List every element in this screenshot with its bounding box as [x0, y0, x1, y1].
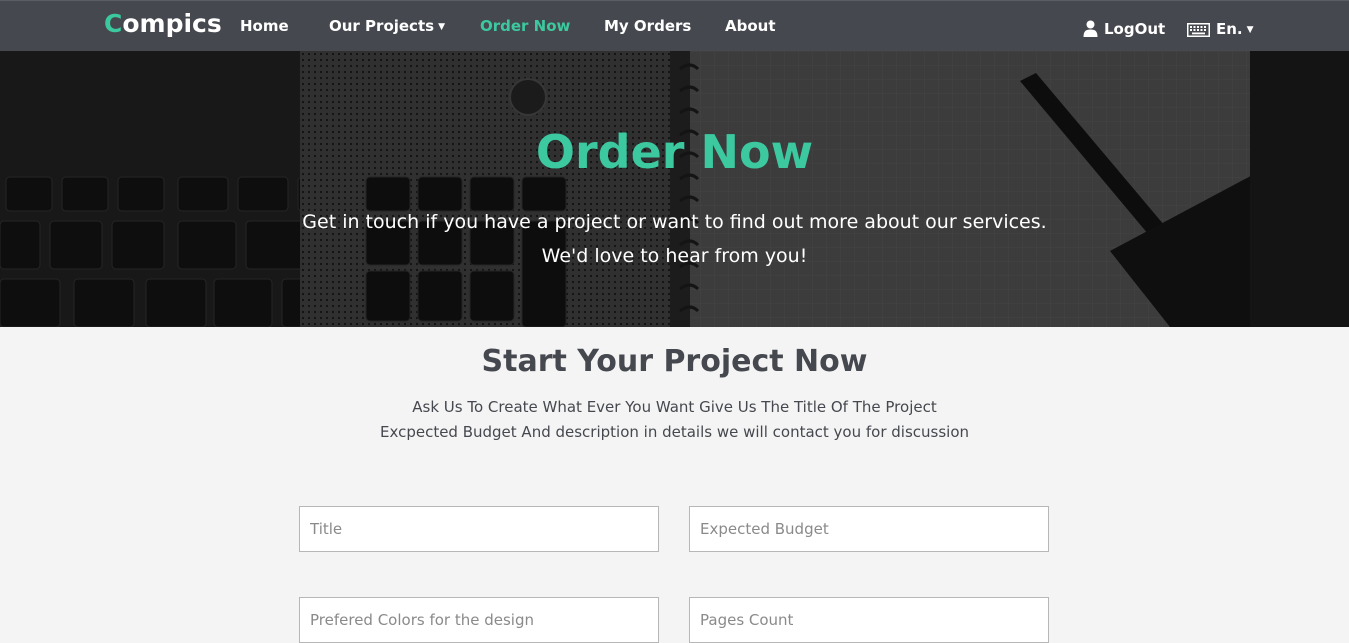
hero-title: Order Now	[535, 125, 814, 179]
brand-logo[interactable]: Compics	[104, 9, 222, 38]
logout-label: LogOut	[1104, 20, 1166, 38]
hero-background-image	[0, 51, 1349, 327]
hero-subtitle-line-2: We'd love to hear from you!	[541, 245, 808, 267]
user-icon	[1083, 20, 1098, 37]
nav-order-now-link[interactable]: Order Now	[480, 17, 570, 35]
nav-home-link[interactable]: Home	[240, 17, 289, 35]
brand-name: ompics	[122, 9, 222, 38]
language-dropdown[interactable]: En. ▼	[1187, 20, 1254, 38]
nav-about-link[interactable]: About	[725, 17, 776, 35]
preferred-colors-input[interactable]	[299, 597, 659, 643]
title-input[interactable]	[299, 506, 659, 552]
keyboard-icon	[1187, 23, 1210, 37]
caret-down-icon: ▼	[438, 22, 445, 32]
pages-count-input[interactable]	[689, 597, 1049, 643]
section-description-line-1: Ask Us To Create What Ever You Want Give…	[412, 398, 937, 416]
nav-our-projects-label: Our Projects	[329, 17, 435, 35]
top-navbar: Compics Home Our Projects ▼ Order Now My …	[0, 0, 1349, 51]
brand-initial: C	[104, 9, 123, 38]
caret-down-icon: ▼	[1246, 25, 1254, 35]
expected-budget-input[interactable]	[689, 506, 1049, 552]
section-title: Start Your Project Now	[481, 344, 868, 379]
nav-our-projects-dropdown[interactable]: Our Projects ▼	[329, 17, 445, 35]
hero-banner: Order Now Get in touch if you have a pro…	[0, 51, 1349, 327]
nav-my-orders-link[interactable]: My Orders	[604, 17, 691, 35]
section-description-line-2: Excpected Budget And description in deta…	[379, 423, 970, 441]
language-label: En.	[1216, 20, 1243, 38]
logout-button[interactable]: LogOut	[1083, 20, 1165, 38]
hero-subtitle-line-1: Get in touch if you have a project or wa…	[302, 211, 1047, 233]
